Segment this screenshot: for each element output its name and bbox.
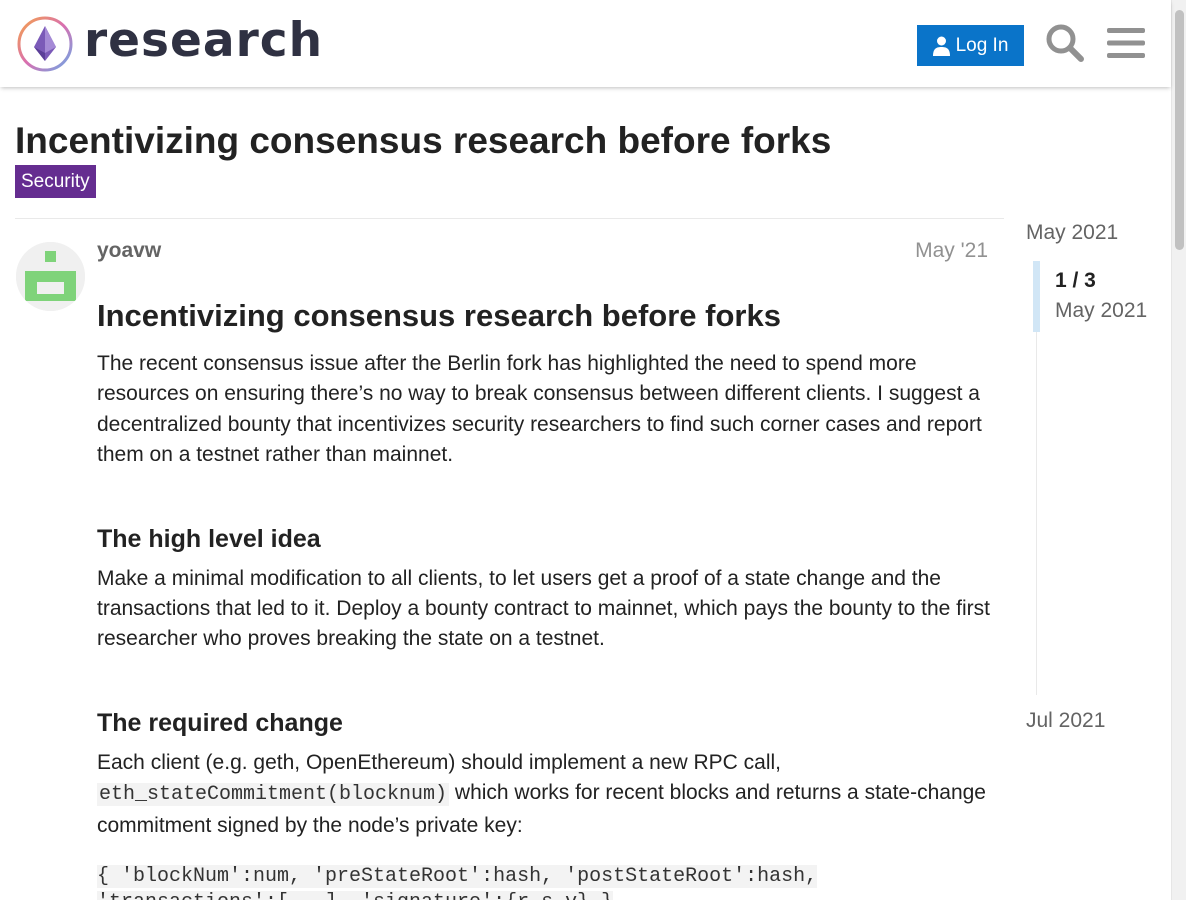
page-scrollbar[interactable] [1171, 0, 1186, 900]
code-block: { 'blockNum':num, 'preStateRoot':hash, '… [97, 864, 992, 900]
timeline-handle[interactable] [1033, 261, 1040, 332]
research-logo-icon[interactable] [16, 15, 74, 73]
post-username[interactable]: yoavw [97, 239, 161, 263]
user-icon [932, 36, 950, 56]
hamburger-menu-icon[interactable] [1106, 21, 1146, 65]
section-high-level-idea-text: Make a minimal modification to all clien… [97, 566, 990, 651]
section-required-change-text: Each client (e.g. geth, OpenEthereum) sh… [97, 748, 992, 841]
search-icon[interactable] [1045, 21, 1085, 65]
title-divider [15, 218, 1004, 219]
timeline-end-date[interactable]: Jul 2021 [1026, 709, 1105, 733]
scrollbar-thumb[interactable] [1175, 10, 1184, 250]
code-line: 'transactions':[...], 'signature':{r,s,v… [97, 891, 614, 900]
site-brand[interactable]: research [84, 13, 323, 68]
post-heading: Incentivizing consensus research before … [97, 298, 781, 333]
post-body: Incentivizing consensus research before … [97, 296, 992, 900]
timeline-current-date: May 2021 [1055, 299, 1148, 322]
login-button[interactable]: Log In [917, 25, 1024, 66]
post-date[interactable]: May '21 [880, 239, 988, 263]
timeline-start-date[interactable]: May 2021 [1026, 221, 1118, 245]
category-badge[interactable]: Security [15, 165, 96, 198]
avatar[interactable] [16, 242, 85, 311]
login-label: Log In [955, 34, 1009, 56]
timeline-post-count: 1 / 3 [1055, 269, 1096, 292]
topic-title[interactable]: Incentivizing consensus research before … [15, 120, 831, 162]
section-high-level-idea-title: The high level idea [97, 524, 321, 553]
site-header: research Log In [0, 0, 1171, 87]
code-line: { 'blockNum':num, 'preStateRoot':hash, '… [97, 865, 818, 889]
post-intro: The recent consensus issue after the Ber… [97, 352, 982, 467]
section-required-change-title: The required change [97, 708, 343, 737]
rpc-call-code: eth_stateCommitment(blocknum) [97, 783, 450, 807]
required-change-text-before: Each client (e.g. geth, OpenEthereum) sh… [97, 750, 782, 774]
